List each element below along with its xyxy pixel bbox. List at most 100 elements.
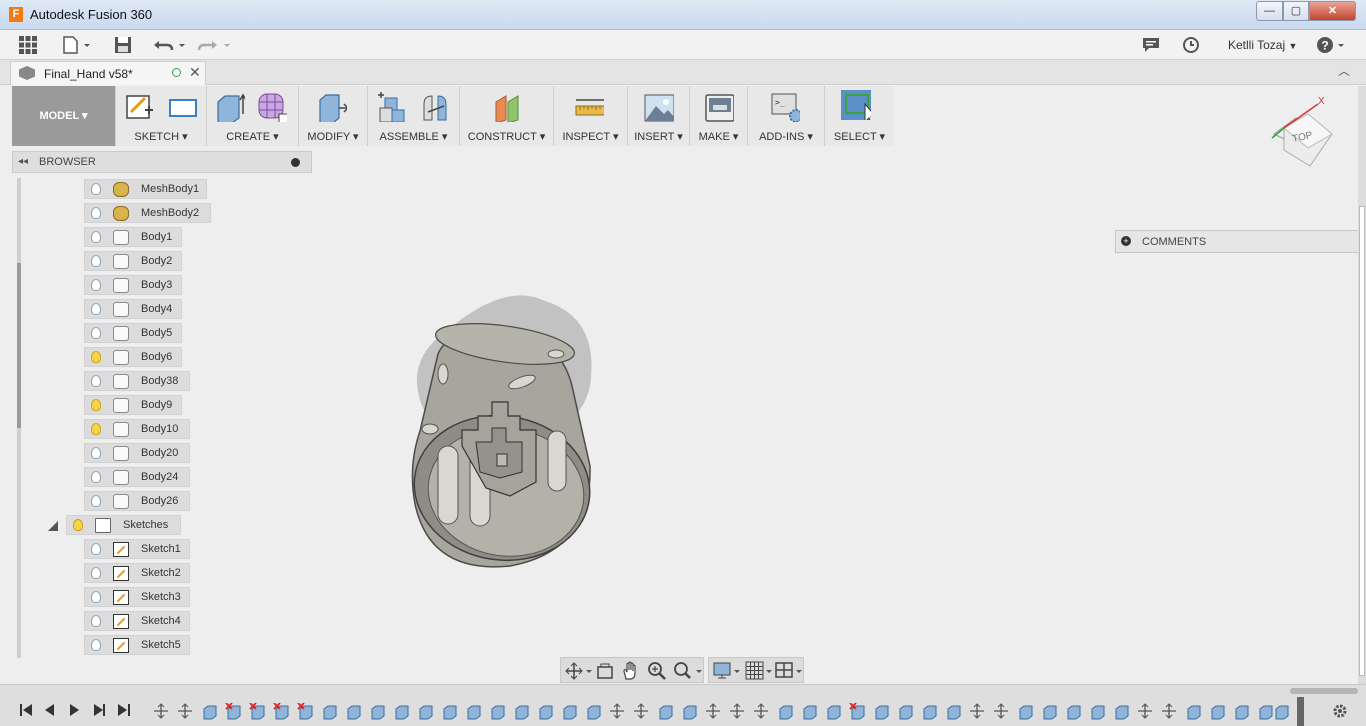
tree-item-sketch5[interactable]: Sketch5 (84, 635, 190, 655)
tree-item-body1[interactable]: Body1 (84, 227, 182, 247)
visibility-bulb-icon[interactable] (91, 231, 101, 243)
collapse-browser-icon[interactable]: ◂◂ (18, 156, 28, 167)
display-settings-monitor-icon[interactable] (713, 661, 743, 681)
tree-item-sketch3[interactable]: Sketch3 (84, 587, 190, 607)
visibility-bulb-icon[interactable] (91, 543, 101, 555)
pan-hand-icon[interactable] (621, 661, 641, 681)
timeline-settings-gear-icon[interactable] (1332, 703, 1348, 719)
collapse-toolbar-chevron-up-icon[interactable]: ︿ (1338, 62, 1350, 79)
tree-item-body2[interactable]: Body2 (84, 251, 182, 271)
tree-item-body5[interactable]: Body5 (84, 323, 182, 343)
sketch-group[interactable]: SKETCH ▾ (115, 86, 206, 146)
timeline-marker[interactable] (1297, 697, 1304, 726)
timeline-features[interactable] (150, 703, 1290, 721)
step-back-icon[interactable] (42, 702, 58, 718)
modify-group[interactable]: MODIFY ▾ (298, 86, 367, 146)
tree-item-body9[interactable]: Body9 (84, 395, 182, 415)
go-to-end-icon[interactable] (116, 702, 132, 718)
canvas-vertical-scrollbar[interactable] (1358, 86, 1366, 726)
select-group[interactable]: SELECT ▾ (824, 86, 894, 146)
addins-group[interactable]: >_ ADD-INS ▾ (747, 86, 824, 146)
visibility-bulb-icon[interactable] (91, 255, 101, 267)
tree-item-sketch1[interactable]: Sketch1 (84, 539, 190, 559)
visibility-bulb-icon[interactable] (91, 279, 101, 291)
tree-item-body38[interactable]: Body38 (84, 371, 190, 391)
timeline-scroll-handle[interactable] (1290, 688, 1358, 694)
create-group[interactable]: CREATE ▾ (206, 86, 298, 146)
tree-item-meshbody1[interactable]: MeshBody1 (84, 179, 207, 199)
redo-icon[interactable] (198, 36, 232, 54)
visibility-bulb-on-icon[interactable] (91, 351, 101, 363)
tree-folder-sketches[interactable]: Sketches (66, 515, 181, 535)
fit-zoom-window-icon[interactable] (673, 661, 703, 681)
document-tab[interactable]: Final_Hand v58* ✕ (10, 61, 206, 85)
visibility-bulb-icon[interactable] (91, 471, 101, 483)
inspect-group[interactable]: INSPECT ▾ (553, 86, 627, 146)
user-account-menu[interactable]: Ketlli Tozaj ▼ (1228, 38, 1297, 52)
insert-image-icon[interactable] (644, 92, 674, 122)
expand-collapse-triangle-icon[interactable] (48, 521, 58, 531)
visibility-bulb-on-icon[interactable] (73, 519, 83, 531)
browser-scrollbar-thumb[interactable] (17, 263, 21, 428)
grid-settings-icon[interactable] (745, 661, 775, 681)
scrollbar-thumb[interactable] (1359, 206, 1365, 676)
visibility-bulb-icon[interactable] (91, 615, 101, 627)
3d-print-icon[interactable] (704, 92, 734, 122)
orbit-icon[interactable] (565, 662, 593, 680)
save-icon[interactable] (114, 36, 132, 54)
tree-item-sketch2[interactable]: Sketch2 (84, 563, 190, 583)
tree-item-body24[interactable]: Body24 (84, 467, 190, 487)
visibility-bulb-icon[interactable] (91, 495, 101, 507)
visibility-bulb-icon[interactable] (91, 327, 101, 339)
tree-item-body6[interactable]: Body6 (84, 347, 182, 367)
go-to-start-icon[interactable] (18, 702, 34, 718)
tree-item-body20[interactable]: Body20 (84, 443, 190, 463)
measure-icon[interactable] (574, 92, 604, 122)
create-sketch-icon[interactable] (125, 92, 155, 122)
visibility-bulb-on-icon[interactable] (91, 423, 101, 435)
new-component-icon[interactable] (376, 92, 406, 122)
maximize-button[interactable]: ▢ (1283, 1, 1309, 21)
zoom-icon[interactable] (647, 661, 667, 681)
minimize-button[interactable]: — (1256, 1, 1283, 21)
extrude-icon[interactable] (215, 92, 245, 122)
tree-item-body3[interactable]: Body3 (84, 275, 182, 295)
offset-plane-icon[interactable] (492, 92, 522, 122)
visibility-bulb-icon[interactable] (91, 207, 101, 219)
tree-item-sketch4[interactable]: Sketch4 (84, 611, 190, 631)
assemble-group[interactable]: ASSEMBLE ▾ (367, 86, 459, 146)
notifications-chat-icon[interactable] (1142, 37, 1160, 55)
visibility-bulb-icon[interactable] (91, 591, 101, 603)
form-freeform-icon[interactable] (257, 92, 287, 122)
file-menu-icon[interactable] (62, 36, 92, 54)
add-comment-plus-icon[interactable]: + (1121, 236, 1131, 246)
visibility-bulb-icon[interactable] (91, 303, 101, 315)
insert-group[interactable]: INSERT ▾ (627, 86, 689, 146)
scripts-addins-icon[interactable]: >_ (770, 92, 800, 122)
visibility-bulb-icon[interactable] (91, 375, 101, 387)
rectangle-sketch-icon[interactable] (168, 92, 198, 122)
make-group[interactable]: MAKE ▾ (689, 86, 747, 146)
step-forward-icon[interactable] (90, 702, 106, 718)
play-icon[interactable] (66, 702, 82, 718)
close-tab-icon[interactable]: ✕ (189, 64, 201, 81)
help-icon[interactable]: ? (1316, 36, 1348, 54)
construct-group[interactable]: CONSTRUCT ▾ (459, 86, 553, 146)
view-cube[interactable]: TOP X (1262, 92, 1342, 172)
press-pull-icon[interactable] (317, 92, 347, 122)
viewports-layout-icon[interactable] (775, 661, 805, 681)
job-status-clock-icon[interactable] (1182, 36, 1200, 54)
tree-item-meshbody2[interactable]: MeshBody2 (84, 203, 211, 223)
visibility-bulb-on-icon[interactable] (91, 399, 101, 411)
visibility-bulb-icon[interactable] (91, 183, 101, 195)
joint-icon[interactable] (420, 92, 450, 122)
data-panel-grid-icon[interactable] (19, 36, 37, 54)
visibility-bulb-icon[interactable] (91, 567, 101, 579)
close-window-button[interactable]: ✕ (1309, 1, 1356, 21)
minimize-browser-icon[interactable] (291, 158, 300, 167)
comments-panel[interactable]: + COMMENTS (1115, 230, 1366, 253)
select-cursor-icon[interactable] (841, 90, 871, 120)
look-at-icon[interactable] (596, 662, 614, 680)
workspace-switcher-dropdown[interactable]: MODEL ▾ (12, 86, 115, 146)
visibility-bulb-icon[interactable] (91, 447, 101, 459)
